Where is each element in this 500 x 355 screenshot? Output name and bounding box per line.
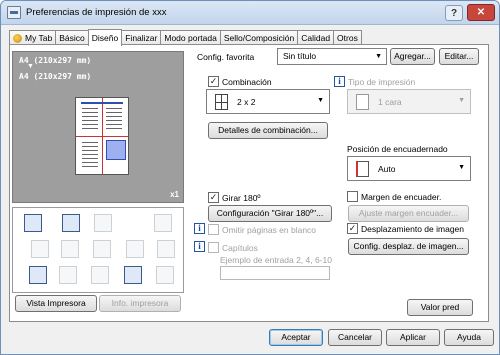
skip-blank-checkbox[interactable] [208,224,219,235]
tab-basico[interactable]: Básico [55,30,89,45]
printing-preferences-window: Preferencias de impresión de xxx ? ✕ My … [0,0,500,355]
add-favorite-button[interactable]: Agregar... [390,48,435,65]
window-title: Preferencias de impresión de xxx [26,7,167,18]
image-shift-label: Desplazamiento de imagen [361,224,465,234]
user-icon [13,33,22,43]
split-line [76,136,128,137]
combination-checkbox[interactable]: ✓ [208,76,219,87]
chevron-down-icon: ▼ [317,97,324,104]
tab-sello-composicion[interactable]: Sello/Composición [219,30,299,45]
duplex-icon[interactable] [31,240,49,258]
binding-margin-adjust-button[interactable]: Ajuste margen encuader... [348,205,469,222]
chapters-input[interactable] [220,266,330,280]
chevron-down-icon: ▼ [375,53,382,60]
combination-icon[interactable] [24,214,42,232]
printer-view-button[interactable]: Vista Impresora [15,295,97,312]
preview-copies: x1 [170,190,179,199]
rotate-config-button[interactable]: Configuración "Girar 180º"... [208,205,332,222]
help-title-button[interactable]: ? [445,5,463,21]
edit-favorite-button[interactable]: Editar... [439,48,479,65]
font-icon[interactable] [93,240,111,258]
tab-finalizar[interactable]: Finalizar [121,30,162,45]
favorite-config-select[interactable]: Sin título ▼ [277,48,387,65]
apply-button[interactable]: Aplicar [386,329,440,346]
rotate-icon[interactable] [62,214,80,232]
tab-bar: My Tab Básico Diseño Finalizar Modo port… [9,29,362,46]
tab-modo-portada[interactable]: Modo portada [160,30,221,45]
staple-icon[interactable] [59,266,77,284]
chevron-down-icon: ▼ [458,97,465,104]
binding-position-select[interactable]: Auto ▼ [347,156,471,181]
print-preview: A4 (210x297 mm) ▼ A4 (210x297 mm) x1 [12,51,184,203]
ok-button[interactable]: Aceptar [269,329,323,346]
preview-paper-bottom: A4 (210x297 mm) [19,72,92,81]
binding-left-icon [356,161,369,177]
tab-otros[interactable]: Otros [333,30,362,45]
function-icon-grid [12,207,184,293]
chevron-down-icon: ▼ [458,164,465,171]
tab-diseno[interactable]: Diseño [87,29,123,46]
preview-sheet [75,97,129,175]
rotate-label: Girar 180º [222,193,261,203]
title-bar: Preferencias de impresión de xxx ? ✕ [1,1,499,25]
combination-label: Combinación [222,77,272,87]
cancel-button[interactable]: Cancelar [328,329,382,346]
single-sided-icon [356,94,369,110]
booklet-icon[interactable] [61,240,79,258]
poster-icon[interactable] [94,214,112,232]
image-shift-checkbox[interactable]: ✓ [347,223,358,234]
printer-info-button[interactable]: Info. impresora [99,295,181,312]
punch-icon[interactable] [91,266,109,284]
grid-2x2-icon [215,94,228,110]
binding-margin-checkbox[interactable] [347,191,358,202]
info-icon: i [194,223,205,234]
chapters-checkbox[interactable] [208,242,219,253]
chapters-example: Ejemplo de entrada 2, 4, 6-10 [220,255,332,265]
combination-select[interactable]: 2 x 2 ▼ [206,89,330,114]
header-bar [81,102,123,104]
binding-margin-label: Margen de encuader. [361,192,442,202]
cover-icon[interactable] [29,266,47,284]
default-button[interactable]: Valor pred [407,299,473,316]
binding-position-label: Posición de encuadernado [347,144,448,154]
printer-app-icon [7,6,21,19]
chapters-label: Capítulos [222,243,258,253]
page-shift-icon[interactable] [124,266,142,284]
image-block [106,140,126,160]
close-button[interactable]: ✕ [467,4,495,21]
output-tray-icon[interactable] [154,214,172,232]
info-icon: i [194,241,205,252]
combination-details-button[interactable]: Detalles de combinación... [208,122,328,139]
fold-icon[interactable] [156,266,174,284]
tab-calidad[interactable]: Calidad [297,30,335,45]
binding-icon[interactable] [126,240,144,258]
help-button[interactable]: Ayuda [444,329,494,346]
print-type-select[interactable]: 1 cara ▼ [347,89,471,114]
tab-my-tab[interactable]: My Tab [9,30,57,45]
skip-blank-label: Omitir páginas en blanco [222,225,317,235]
favorite-config-label: Config. favorita [197,52,255,62]
print-type-label: Tipo de impresión [348,77,416,87]
rotate-checkbox[interactable]: ✓ [208,192,219,203]
info-icon: i [334,76,345,87]
image-shift-config-button[interactable]: Config. desplaz. de imagen... [348,238,469,255]
preview-arrow: ▼ [27,63,34,70]
stamp-icon[interactable] [157,240,175,258]
